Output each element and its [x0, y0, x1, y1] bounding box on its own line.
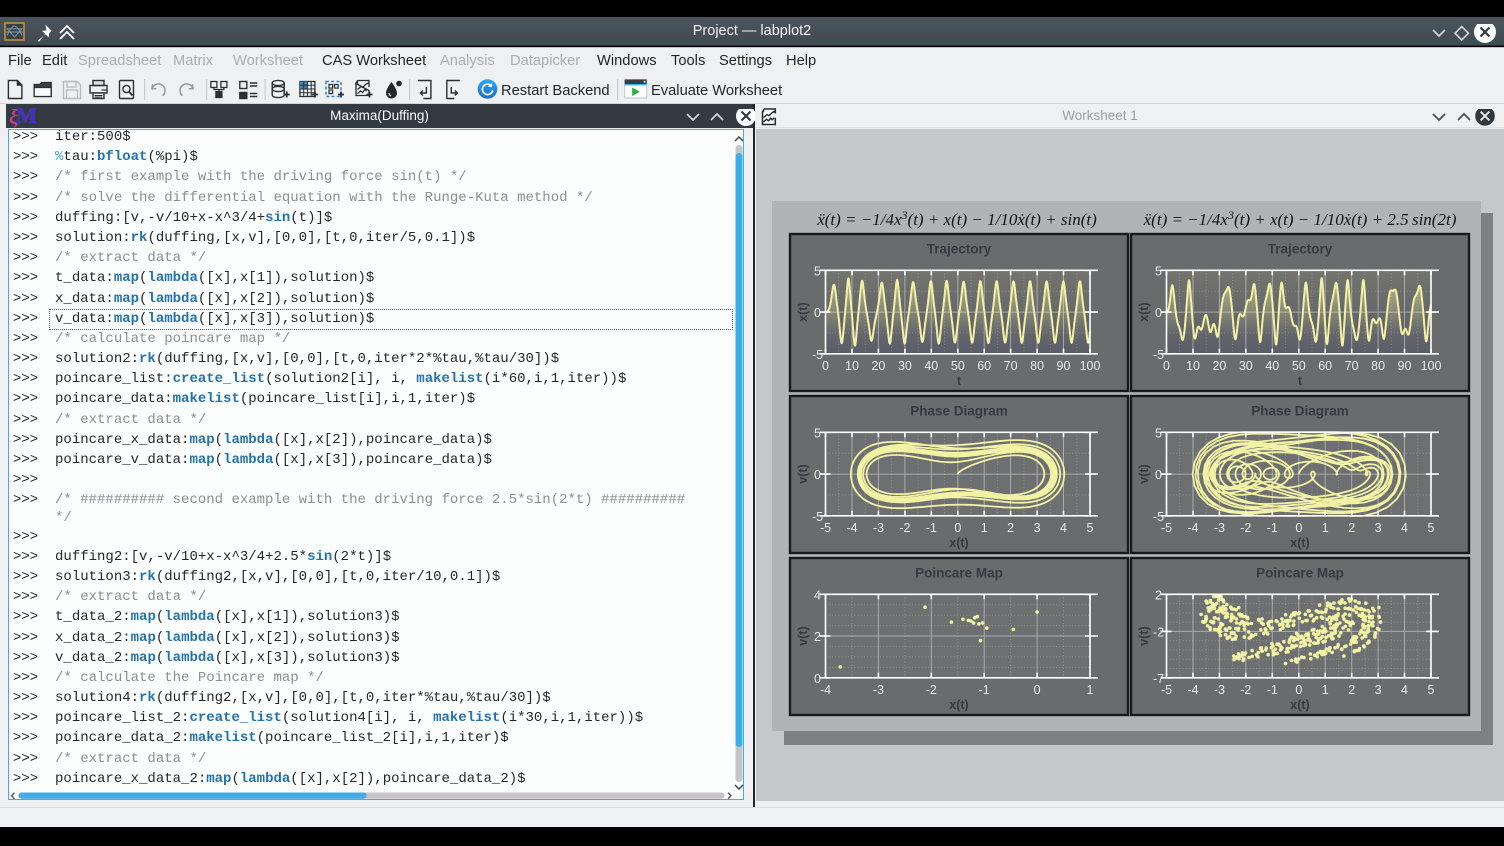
svg-text:1: 1	[1322, 683, 1329, 697]
svg-text:Phase Diagram: Phase Diagram	[1251, 404, 1349, 419]
svg-text:0: 0	[1155, 468, 1162, 482]
svg-text:10: 10	[1186, 359, 1200, 373]
svg-text:20: 20	[1212, 359, 1226, 373]
svg-text:3: 3	[1375, 683, 1382, 697]
svg-text:Trajectory: Trajectory	[1268, 242, 1333, 257]
svg-text:5: 5	[814, 264, 821, 278]
svg-text:0: 0	[814, 306, 821, 320]
svg-text:-4: -4	[1187, 521, 1198, 535]
svg-text:70: 70	[1004, 359, 1018, 373]
svg-text:-5: -5	[812, 510, 823, 524]
svg-text:-2: -2	[899, 521, 910, 535]
svg-text:-5: -5	[812, 348, 823, 362]
svg-text:4: 4	[814, 588, 821, 602]
svg-text:1: 1	[981, 521, 988, 535]
svg-text:90: 90	[1398, 359, 1412, 373]
svg-text:Evaluate Worksheet: Evaluate Worksheet	[651, 83, 782, 99]
svg-text:0: 0	[954, 521, 961, 535]
svg-text:v(t): v(t)	[1137, 464, 1151, 483]
svg-text:4: 4	[1401, 521, 1408, 535]
svg-text:5: 5	[1155, 264, 1162, 278]
svg-text:-2: -2	[926, 683, 937, 697]
svg-text:1: 1	[1322, 521, 1329, 535]
svg-text:Trajectory: Trajectory	[927, 242, 992, 257]
svg-text:x(t): x(t)	[1290, 698, 1309, 712]
svg-text:30: 30	[1239, 359, 1253, 373]
svg-text:100: 100	[1080, 359, 1101, 373]
svg-text:-1: -1	[926, 521, 937, 535]
svg-text:2: 2	[1348, 683, 1355, 697]
svg-text:40: 40	[924, 359, 938, 373]
svg-text:5: 5	[1155, 426, 1162, 440]
svg-text:-1: -1	[1267, 521, 1278, 535]
svg-text:-3: -3	[873, 521, 884, 535]
svg-text:x(t): x(t)	[796, 302, 810, 321]
svg-text:0: 0	[1163, 359, 1170, 373]
svg-text:ẍ(t) = −1/4x3(t) + x(t) − 1/1: ẍ(t) = −1/4x3(t) + x(t) − 1/10ẋ(t) + 2…	[1143, 208, 1457, 229]
svg-text:0: 0	[1295, 683, 1302, 697]
svg-text:v(t): v(t)	[796, 626, 810, 645]
svg-text:60: 60	[977, 359, 991, 373]
svg-text:-3: -3	[1214, 683, 1225, 697]
svg-text:0: 0	[814, 672, 821, 686]
svg-text:Poincare Map: Poincare Map	[1256, 566, 1344, 581]
svg-text:70: 70	[1345, 359, 1359, 373]
svg-text:-4: -4	[1187, 683, 1198, 697]
svg-text:5: 5	[1087, 521, 1094, 535]
svg-text:-1: -1	[1267, 683, 1278, 697]
svg-text:0: 0	[822, 359, 829, 373]
svg-text:-3: -3	[873, 683, 884, 697]
svg-text:2: 2	[1007, 521, 1014, 535]
svg-text:80: 80	[1030, 359, 1044, 373]
svg-text:x(t): x(t)	[949, 698, 968, 712]
svg-text:80: 80	[1371, 359, 1385, 373]
svg-text:30: 30	[898, 359, 912, 373]
svg-text:5: 5	[814, 426, 821, 440]
svg-text:3: 3	[1375, 521, 1382, 535]
svg-text:10: 10	[845, 359, 859, 373]
svg-text:2: 2	[1348, 521, 1355, 535]
svg-text:100: 100	[1421, 359, 1442, 373]
svg-text:-7: -7	[1153, 672, 1164, 686]
svg-text:2: 2	[1155, 588, 1162, 602]
svg-text:-4: -4	[820, 683, 831, 697]
svg-text:-2: -2	[1240, 683, 1251, 697]
svg-text:60: 60	[1318, 359, 1332, 373]
svg-text:v(t): v(t)	[1137, 626, 1151, 645]
svg-text:x(t): x(t)	[1137, 302, 1151, 321]
svg-text:-4: -4	[846, 521, 857, 535]
svg-text:0: 0	[814, 468, 821, 482]
svg-text:40: 40	[1265, 359, 1279, 373]
svg-text:2: 2	[814, 630, 821, 644]
svg-text:50: 50	[951, 359, 965, 373]
svg-text:5: 5	[1428, 521, 1435, 535]
svg-text:20: 20	[871, 359, 885, 373]
svg-text:0: 0	[1155, 306, 1162, 320]
svg-text:0: 0	[1295, 521, 1302, 535]
svg-text:4: 4	[1060, 521, 1067, 535]
svg-text:0: 0	[1034, 683, 1041, 697]
svg-text:4: 4	[1401, 683, 1408, 697]
svg-text:v(t): v(t)	[796, 464, 810, 483]
svg-text:-2: -2	[1240, 521, 1251, 535]
svg-text:1: 1	[1087, 683, 1094, 697]
svg-text:-5: -5	[1153, 510, 1164, 524]
svg-text:-3: -3	[1214, 521, 1225, 535]
svg-text:Restart Backend: Restart Backend	[501, 83, 610, 99]
svg-text:x(t): x(t)	[949, 536, 968, 550]
svg-text:5: 5	[1428, 683, 1435, 697]
svg-text:x(t): x(t)	[1290, 536, 1309, 550]
svg-text:50: 50	[1292, 359, 1306, 373]
svg-text:ẍ(t) = −1/4x3(t) + x(t) − 1/1: ẍ(t) = −1/4x3(t) + x(t) − 1/10ẋ(t) + s…	[816, 208, 1097, 229]
svg-text:-5: -5	[1153, 348, 1164, 362]
svg-text:3: 3	[1034, 521, 1041, 535]
svg-text:-2: -2	[1153, 625, 1164, 639]
svg-text:-1: -1	[979, 683, 990, 697]
svg-text:Poincare Map: Poincare Map	[915, 566, 1003, 581]
svg-text:Phase Diagram: Phase Diagram	[910, 404, 1008, 419]
svg-text:90: 90	[1057, 359, 1071, 373]
